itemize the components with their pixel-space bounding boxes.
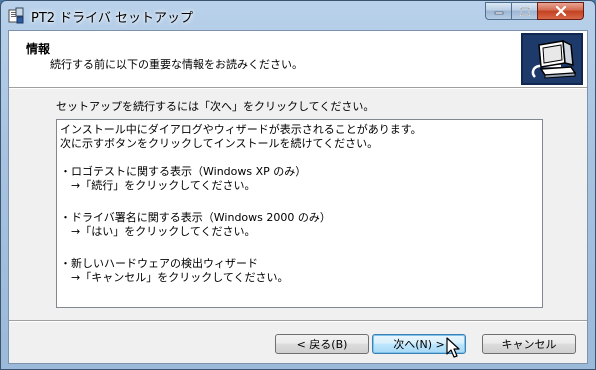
memo-line: →「キャンセル」をクリックしてください。 — [60, 271, 289, 284]
memo-line: ・ロゴテストに関する表示（Windows XP のみ） — [60, 165, 307, 178]
memo-line: →「続行」をクリックしてください。 — [60, 179, 256, 192]
memo-line: ・新しいハードウェアの検出ウィザード — [60, 257, 258, 270]
memo-line: 次に示すボタンをクリックしてインストールを続けてください。 — [60, 137, 379, 150]
header-divider — [9, 87, 587, 89]
title-bar[interactable]: PT2 ドライバ セットアップ — [1, 1, 595, 31]
minimize-button[interactable] — [485, 2, 512, 20]
footer-divider — [9, 320, 587, 322]
memo-line: →「はい」をクリックしてください。 — [60, 225, 256, 238]
instruction-text: セットアップを続行するには「次へ」をクリックしてください。 — [56, 100, 375, 113]
wizard-header: 情報 続行する前に以下の重要な情報をお読みください。 — [9, 31, 587, 87]
window-title: PT2 ドライバ セットアップ — [31, 11, 194, 26]
cancel-button[interactable]: キャンセル — [482, 334, 576, 354]
minimize-icon — [494, 11, 503, 15]
maximize-icon — [519, 6, 530, 16]
close-icon — [555, 6, 566, 16]
page-title: 情報 — [26, 42, 51, 56]
back-button[interactable]: < 戻る(B) — [275, 334, 369, 354]
setup-window: PT2 ドライバ セットアップ 情報 続行する前に以下の重要な情報をお読みくださ… — [0, 0, 596, 370]
memo-line: ・ドライバ署名に関する表示（Windows 2000 のみ） — [60, 211, 331, 224]
info-memo[interactable]: インストール中にダイアログやウィザードが表示されることがあります。 次に示すボタ… — [56, 119, 543, 308]
mouse-pointer-icon — [446, 337, 460, 358]
page-subtitle: 続行する前に以下の重要な情報をお読みください。 — [50, 58, 303, 71]
memo-line: インストール中にダイアログやウィザードが表示されることがあります。 — [60, 123, 422, 136]
setup-app-icon — [8, 7, 24, 24]
close-button[interactable] — [537, 2, 584, 20]
installer-computer-icon — [521, 33, 583, 85]
dialog-client-area: 情報 続行する前に以下の重要な情報をお読みください。 セットアップを続行するには… — [8, 30, 588, 364]
maximize-button[interactable] — [511, 2, 538, 20]
